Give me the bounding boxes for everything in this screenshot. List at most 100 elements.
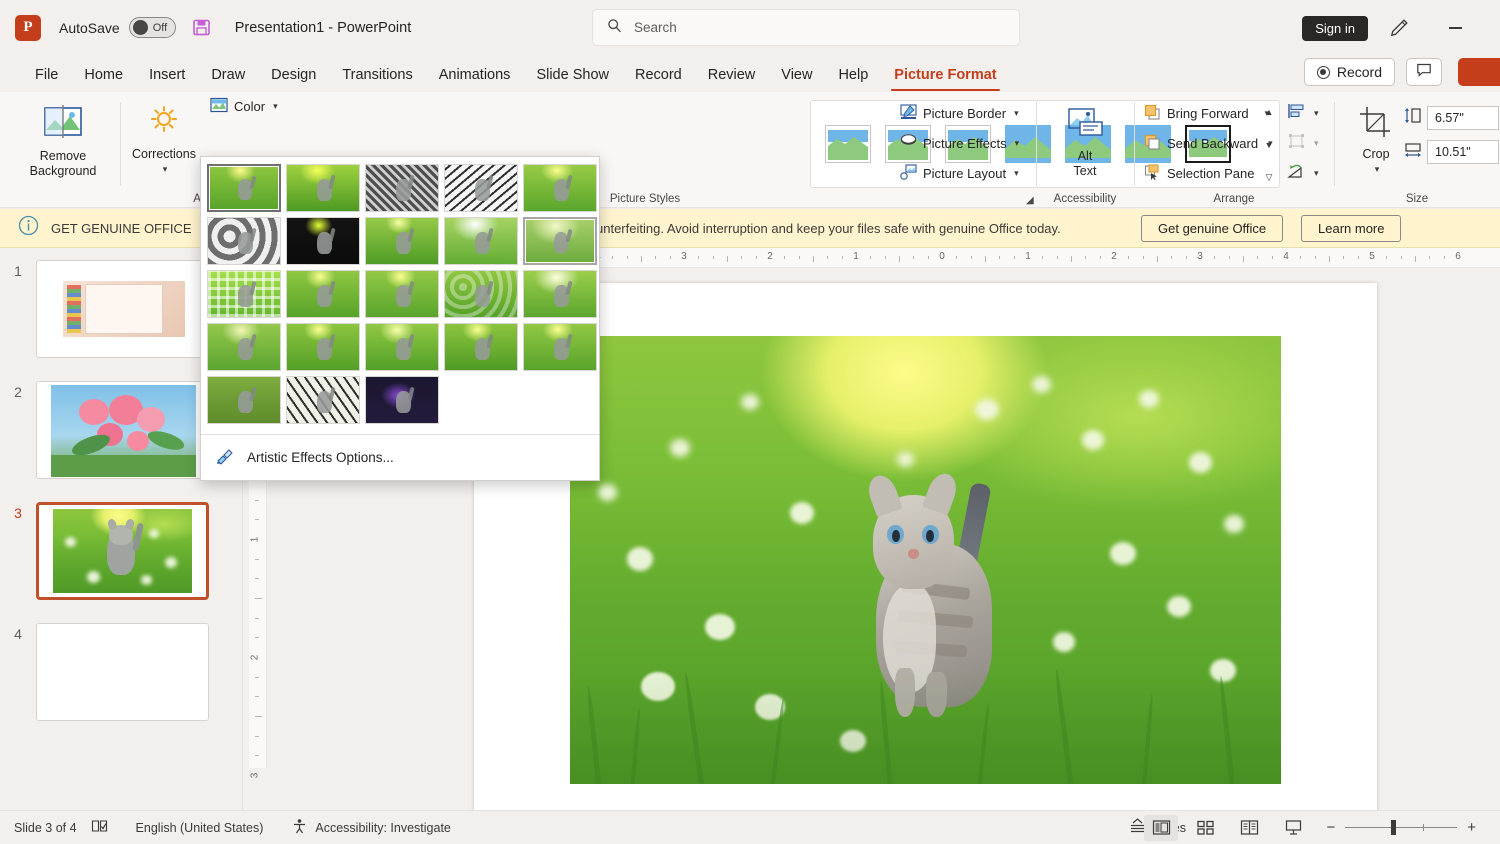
slide-thumbnail-2[interactable] — [36, 381, 209, 479]
tab-file[interactable]: File — [22, 64, 71, 86]
artistic-effect-crisscross-etching[interactable] — [286, 217, 360, 265]
chevron-down-icon[interactable]: ▾ — [1375, 164, 1380, 175]
reading-view-button[interactable] — [1232, 815, 1266, 841]
picture-effects-button[interactable]: Picture Effects ▾ — [895, 130, 1024, 156]
artistic-effect-chalk-sketch[interactable] — [365, 217, 439, 265]
spellcheck-icon — [91, 818, 108, 837]
save-icon[interactable] — [192, 18, 211, 37]
share-button[interactable] — [1458, 58, 1500, 86]
shape-height-input[interactable]: 6.57" — [1427, 106, 1499, 130]
spellcheck-button[interactable] — [91, 811, 122, 844]
accessibility-dialog-launcher[interactable]: ◢ — [1026, 195, 1034, 206]
record-button[interactable]: Record — [1303, 58, 1395, 86]
minimize-button[interactable] — [1449, 27, 1462, 29]
alt-text-button[interactable]: Alt Text — [1050, 106, 1120, 180]
artistic-effect-plastic-wrap[interactable] — [523, 323, 597, 371]
picture-style-thumb[interactable] — [825, 125, 871, 163]
slide-list-item-current[interactable]: 3 — [0, 502, 243, 600]
rotate-objects-button[interactable]: ▾ — [1282, 160, 1324, 186]
artistic-effect-film-grain[interactable] — [365, 270, 439, 318]
slide-thumbnail-1[interactable] — [36, 260, 209, 358]
tab-view[interactable]: View — [768, 64, 825, 86]
ruler-tick-label: 1 — [853, 250, 859, 262]
tab-review[interactable]: Review — [695, 64, 769, 86]
zoom-track[interactable] — [1345, 819, 1458, 835]
tab-animations[interactable]: Animations — [426, 64, 524, 86]
artistic-effects-thumbnail-grid[interactable] — [201, 157, 599, 430]
pen-icon[interactable] — [1388, 17, 1410, 44]
crop-button[interactable]: Crop ▾ — [1348, 106, 1404, 176]
get-genuine-office-button[interactable]: Get genuine Office — [1141, 214, 1284, 242]
slideshow-button[interactable] — [1276, 815, 1310, 841]
artistic-effect-glow-diffused[interactable] — [523, 270, 597, 318]
artistic-effect-line-drawing[interactable] — [523, 164, 597, 212]
artistic-effect-paint-strokes[interactable] — [444, 217, 518, 265]
artistic-effect-cement[interactable] — [286, 270, 360, 318]
sign-in-button[interactable]: Sign in — [1302, 16, 1368, 41]
slide-thumbnail-4[interactable] — [36, 623, 209, 721]
tab-picture-format[interactable]: Picture Format — [881, 64, 1009, 91]
artistic-effect-photocopy[interactable] — [444, 323, 518, 371]
tab-help[interactable]: Help — [825, 64, 881, 86]
slide-list-item[interactable]: 4 — [0, 623, 243, 721]
slide-sorter-button[interactable] — [1188, 815, 1222, 841]
chevron-down-icon[interactable]: ▾ — [1265, 108, 1270, 119]
artistic-effect-texturizer[interactable] — [286, 376, 360, 424]
color-button[interactable]: Color ▾ — [205, 93, 283, 119]
zoom-in-button[interactable]: + — [1467, 819, 1476, 836]
align-objects-button[interactable]: ▾ — [1282, 100, 1324, 126]
tab-transitions[interactable]: Transitions — [329, 64, 425, 86]
artistic-effect-glass[interactable] — [207, 270, 281, 318]
current-slide-canvas[interactable] — [474, 283, 1377, 816]
learn-more-button[interactable]: Learn more — [1301, 214, 1402, 242]
artistic-effect-light-screen[interactable] — [286, 323, 360, 371]
zoom-slider[interactable]: − + — [1326, 819, 1492, 836]
search-placeholder: Search — [634, 20, 677, 35]
tab-slide-show[interactable]: Slide Show — [523, 64, 622, 86]
slide-image-kitten-in-grass[interactable] — [570, 336, 1281, 784]
artistic-effect-glowing-edges[interactable] — [365, 376, 439, 424]
normal-view-button[interactable] — [1144, 814, 1178, 841]
tab-insert[interactable]: Insert — [136, 64, 198, 86]
tab-home[interactable]: Home — [71, 64, 136, 86]
zoom-out-button[interactable]: − — [1326, 819, 1335, 836]
slide-thumbnail-3[interactable] — [36, 502, 209, 600]
autosave-toggle[interactable]: Off — [128, 17, 176, 38]
language-indicator[interactable]: English (United States) — [122, 811, 278, 844]
tab-record[interactable]: Record — [622, 64, 695, 86]
comments-button[interactable] — [1406, 58, 1442, 86]
artistic-effect-paint-brush[interactable] — [523, 217, 597, 265]
zoom-knob[interactable] — [1391, 819, 1397, 835]
chevron-down-icon: ▾ — [1014, 137, 1020, 148]
chevron-down-icon[interactable]: ▾ — [1268, 138, 1273, 149]
picture-layout-button[interactable]: Picture Layout ▾ — [895, 160, 1024, 186]
shape-width-input[interactable]: 10.51" — [1427, 140, 1499, 164]
slide-indicator[interactable]: Slide 3 of 4 — [0, 811, 91, 844]
selection-pane-button[interactable]: Selection Pane — [1139, 160, 1259, 186]
artistic-effect-watercolor[interactable] — [365, 323, 439, 371]
artistic-effects-dropdown-menu[interactable]: Artistic Effects Options... — [200, 156, 600, 481]
tab-design[interactable]: Design — [258, 64, 329, 86]
artistic-effect-marker[interactable] — [286, 164, 360, 212]
picture-border-button[interactable]: Picture Border ▾ — [895, 100, 1024, 126]
ruler-tick — [255, 598, 262, 599]
search-input[interactable]: Search — [592, 9, 1020, 46]
remove-background-button[interactable]: Remove Background — [18, 104, 108, 180]
chevron-down-icon[interactable]: ▾ — [1314, 168, 1319, 179]
corrections-button[interactable]: Corrections ▾ — [126, 104, 202, 176]
artistic-effect-pencil-grayscale[interactable] — [365, 164, 439, 212]
artistic-effect-pencil-sketch[interactable] — [444, 164, 518, 212]
bring-forward-button[interactable]: Bring Forward ▾ — [1139, 100, 1274, 126]
ribbon-group-arrange: Bring Forward ▾ Send Backward ▾ Selectio… — [1134, 92, 1334, 208]
ruler-tick — [1228, 255, 1230, 259]
artistic-effect-cutout[interactable] — [207, 376, 281, 424]
chevron-down-icon[interactable]: ▾ — [1314, 108, 1319, 119]
artistic-effect-watercolor-sponge[interactable] — [207, 217, 281, 265]
artistic-effect-mosaic-bubbles[interactable] — [444, 270, 518, 318]
artistic-effect-none[interactable] — [207, 164, 281, 212]
accessibility-checker-button[interactable]: Accessibility: Investigate — [277, 811, 464, 844]
tab-draw[interactable]: Draw — [198, 64, 258, 86]
artistic-effect-blur[interactable] — [207, 323, 281, 371]
send-backward-button[interactable]: Send Backward ▾ — [1139, 130, 1278, 156]
artistic-effects-options-menu-item[interactable]: Artistic Effects Options... — [201, 435, 599, 480]
